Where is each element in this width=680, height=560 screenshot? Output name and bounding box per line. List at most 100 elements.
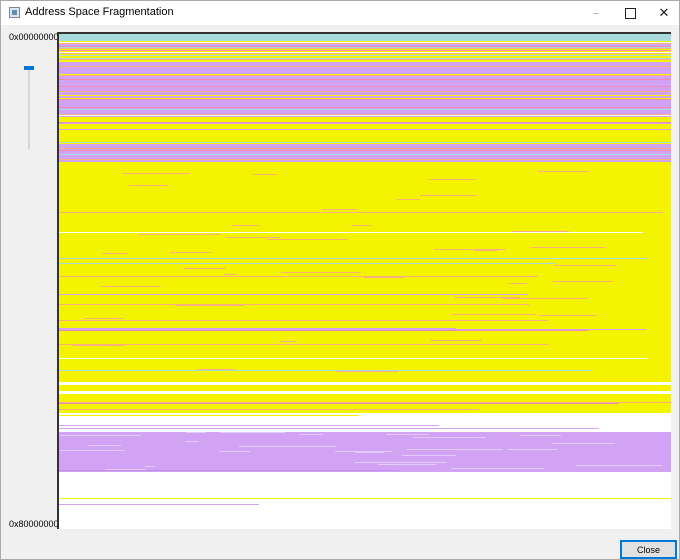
memory-region-line [59, 65, 671, 66]
memory-region-line [59, 67, 671, 68]
title-bar[interactable]: Address Space Fragmentation – ✕ [1, 1, 679, 25]
memory-region-line [59, 105, 671, 106]
memory-region-line [59, 141, 671, 142]
memory-region-line [59, 62, 671, 63]
memory-region-line [59, 86, 671, 87]
memory-region-line [59, 42, 671, 43]
memory-region-line [59, 73, 671, 74]
memory-region-line [239, 446, 336, 447]
memory-region-line [59, 131, 671, 132]
close-button[interactable]: Close [620, 540, 677, 559]
memory-region-line [59, 116, 671, 117]
memory-region-line [59, 63, 671, 64]
memory-region-line [59, 50, 671, 51]
maximize-button[interactable] [613, 1, 647, 25]
memory-region-line [59, 64, 671, 65]
memory-region-line [231, 225, 259, 226]
memory-region-line [508, 449, 557, 450]
memory-region-line [59, 127, 671, 128]
close-icon: ✕ [658, 5, 670, 21]
memory-region-line [59, 149, 671, 150]
memory-region-line [59, 132, 671, 133]
memory-region-line [59, 122, 671, 123]
memory-region-line [267, 239, 348, 240]
memory-region-line [84, 318, 123, 319]
memory-region-line [402, 455, 456, 456]
memory-region-line [512, 231, 569, 232]
memory-region-line [59, 144, 671, 145]
memory-region-line [378, 464, 436, 465]
memory-region-line [281, 272, 361, 273]
memory-region-line [59, 87, 671, 88]
address-space-canvas [59, 32, 671, 529]
memory-region-line [59, 57, 671, 58]
memory-region-line [59, 133, 671, 134]
memory-region-line [59, 425, 439, 426]
memory-region-line [59, 34, 671, 35]
memory-region-line [105, 469, 146, 470]
memory-region-line [59, 263, 556, 264]
memory-region-line [185, 441, 199, 442]
memory-region-line [59, 95, 671, 96]
memory-region-line [434, 249, 506, 250]
memory-region-line [59, 130, 671, 131]
memory-region-line [59, 48, 671, 49]
maximize-icon [624, 7, 636, 19]
memory-region-line [59, 92, 671, 93]
memory-region-line [120, 286, 161, 287]
address-space-map[interactable] [57, 32, 671, 529]
memory-region-line [355, 462, 447, 463]
memory-region-line [279, 341, 295, 342]
memory-region-line [355, 452, 384, 453]
memory-region-line [59, 104, 671, 105]
memory-region-line [59, 125, 671, 126]
minimize-icon: – [592, 5, 600, 21]
image-region [59, 385, 671, 391]
memory-region-line [59, 77, 671, 78]
memory-region-line [59, 124, 671, 125]
memory-region-line [59, 155, 671, 156]
memory-region-line [197, 369, 235, 370]
memory-region-line [364, 277, 404, 278]
memory-region-line [59, 128, 671, 129]
memory-region-line [59, 106, 671, 107]
memory-region-line [335, 451, 392, 452]
memory-region-line [59, 85, 671, 86]
memory-region-line [59, 55, 671, 56]
memory-region-line [59, 89, 671, 90]
window-title: Address Space Fragmentation [25, 6, 174, 18]
memory-region-line [59, 428, 599, 429]
memory-region-line [59, 110, 671, 111]
memory-region-line [59, 134, 671, 135]
free-region [59, 382, 671, 385]
memory-region-line [59, 117, 671, 118]
memory-region-line [59, 80, 671, 81]
memory-region-line [59, 111, 671, 112]
memory-region-line [59, 32, 671, 33]
memory-region-line [59, 101, 671, 102]
memory-region-line [184, 268, 226, 269]
minimize-button[interactable]: – [579, 1, 613, 25]
memory-region-line [59, 66, 671, 67]
memory-region-line [122, 173, 190, 174]
free-region [59, 391, 671, 394]
zoom-slider-thumb[interactable] [24, 66, 34, 70]
memory-region-line [104, 435, 141, 436]
memory-region-line [59, 403, 619, 404]
memory-region-line [59, 68, 671, 69]
memory-region-line [59, 83, 671, 84]
memory-region-line [59, 46, 671, 47]
memory-region-line [59, 43, 671, 44]
memory-region-line [59, 126, 671, 127]
zoom-slider-track[interactable] [28, 70, 30, 149]
image-region [59, 162, 671, 382]
memory-region-line [253, 174, 277, 175]
memory-region-line [420, 195, 477, 196]
memory-region-line [186, 432, 206, 433]
memory-region-line [407, 449, 503, 450]
close-window-button[interactable]: ✕ [647, 1, 679, 25]
memory-region-line [59, 150, 671, 151]
memory-region-line [59, 52, 671, 53]
memory-region-line [59, 148, 671, 149]
memory-region-line [59, 154, 671, 155]
